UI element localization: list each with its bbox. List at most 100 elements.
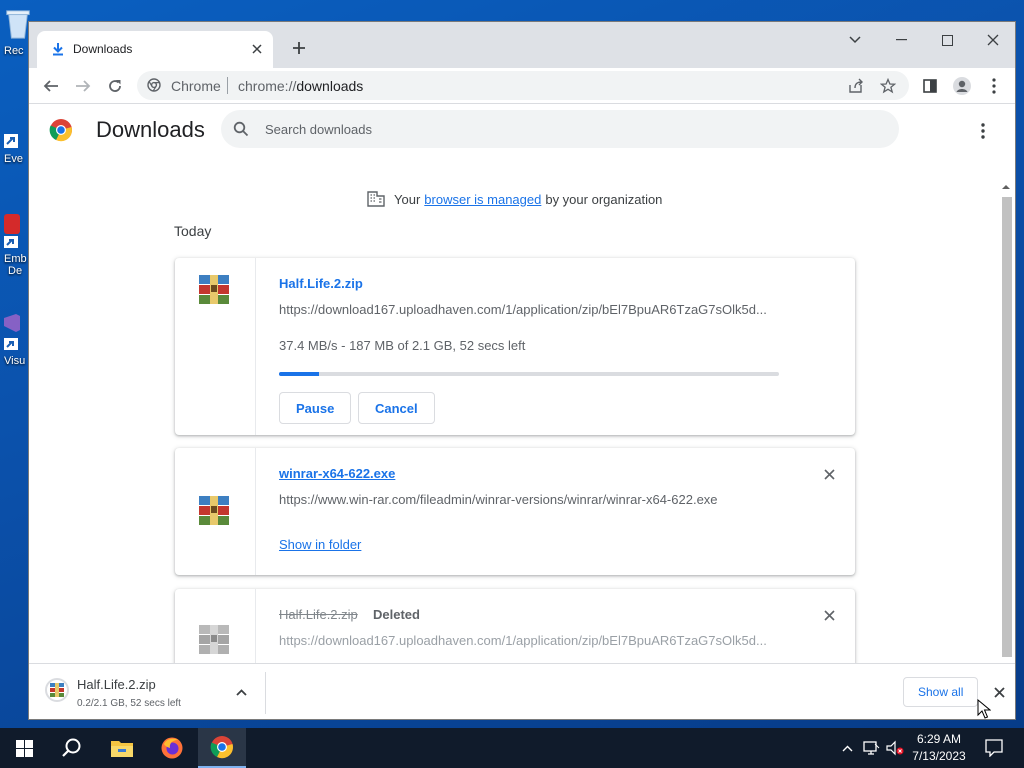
side-panel-icon	[923, 79, 937, 93]
taskbar-search-button[interactable]	[48, 728, 96, 768]
shortcut-icon	[4, 134, 18, 148]
chrome-icon	[210, 736, 233, 759]
shelf-divider	[265, 672, 266, 714]
maximize-icon	[941, 34, 953, 46]
managed-notice-prefix: Your	[394, 191, 421, 207]
close-icon	[993, 686, 1005, 698]
file-explorer-icon	[111, 741, 133, 757]
download-file-name[interactable]: Half.Life.2.zip	[279, 276, 363, 291]
managed-notice-suffix: by your organization	[545, 191, 663, 207]
search-downloads-field[interactable]	[221, 110, 899, 148]
scrollbar-thumb[interactable]	[1002, 197, 1012, 657]
close-window-button[interactable]	[970, 26, 1015, 54]
back-button[interactable]	[37, 72, 65, 100]
close-icon	[823, 468, 835, 480]
download-file-name: Half.Life.2.zip	[279, 607, 358, 622]
volume-muted-icon	[886, 740, 904, 756]
clock-date: 7/13/2023	[912, 749, 966, 763]
browser-toolbar: Chrome chrome://downloads	[29, 68, 1015, 104]
profile-button[interactable]	[948, 72, 976, 100]
download-url[interactable]: https://www.win-rar.com/fileadmin/winrar…	[279, 492, 718, 507]
download-file-name[interactable]: winrar-x64-622.exe	[279, 466, 395, 481]
page-scrollbar[interactable]	[999, 181, 1013, 661]
download-item-icon-column	[175, 448, 256, 575]
taskbar-chrome[interactable]	[198, 728, 246, 768]
download-shelf: Half.Life.2.zip 0.2/2.1 GB, 52 secs left…	[29, 663, 1015, 719]
close-shelf-button[interactable]	[989, 682, 1009, 702]
cancel-button[interactable]: Cancel	[358, 392, 435, 424]
url-scheme: chrome://	[238, 78, 297, 94]
app-icon	[4, 214, 20, 248]
close-icon	[823, 609, 835, 621]
show-hidden-icons-button[interactable]	[838, 728, 856, 768]
plus-icon	[293, 42, 305, 54]
tab-close-button[interactable]	[247, 39, 267, 59]
share-button[interactable]	[845, 75, 867, 97]
download-item: Half.Life.2.zip https://download167.uplo…	[175, 258, 855, 435]
remove-download-button[interactable]	[817, 462, 841, 486]
download-deleted-tag: Deleted	[373, 607, 420, 622]
downloads-menu-button[interactable]	[971, 119, 995, 143]
winrar-archive-icon	[199, 625, 229, 654]
chrome-site-icon	[147, 78, 161, 92]
firefox-icon	[161, 737, 183, 759]
winrar-archive-icon	[199, 496, 229, 525]
address-bar[interactable]: Chrome chrome://downloads	[137, 71, 909, 100]
star-icon	[880, 78, 896, 94]
share-icon	[849, 78, 863, 93]
date-section-label: Today	[174, 223, 212, 239]
tab-strip: Downloads	[29, 22, 1015, 68]
more-vertical-icon	[981, 123, 985, 139]
address-bar-url: chrome://downloads	[238, 78, 363, 94]
shelf-item-menu-button[interactable]	[233, 684, 249, 700]
reload-icon	[109, 80, 121, 92]
winrar-archive-icon	[45, 678, 69, 702]
action-center-button[interactable]	[978, 728, 1010, 768]
close-icon	[252, 44, 262, 54]
search-input[interactable]	[265, 119, 865, 139]
browser-managed-link[interactable]: browser is managed	[424, 192, 541, 207]
mouse-cursor-icon	[977, 699, 991, 719]
volume-button[interactable]	[884, 728, 906, 768]
tab-search-button[interactable]	[832, 26, 878, 54]
chrome-window: Downloads Chrome chrome://downloads Down…	[28, 21, 1016, 720]
windows-taskbar: 6:29 AM 7/13/2023	[0, 728, 1024, 768]
new-tab-button[interactable]	[287, 36, 311, 60]
taskbar-file-explorer[interactable]	[98, 728, 146, 768]
remove-download-button[interactable]	[817, 603, 841, 627]
forward-button[interactable]	[69, 72, 97, 100]
download-progress-bar	[279, 372, 779, 376]
download-status: 37.4 MB/s - 187 MB of 2.1 GB, 52 secs le…	[279, 338, 526, 353]
chevron-up-icon	[235, 688, 247, 696]
pause-button[interactable]: Pause	[279, 392, 352, 424]
chevron-up-icon	[842, 745, 852, 751]
minimize-icon	[895, 39, 907, 41]
reload-button[interactable]	[101, 72, 129, 100]
download-url[interactable]: https://download167.uploadhaven.com/1/ap…	[279, 302, 767, 317]
download-item-icon-column	[175, 258, 256, 435]
shelf-item-name[interactable]: Half.Life.2.zip	[77, 677, 156, 692]
taskbar-firefox[interactable]	[148, 728, 196, 768]
download-item-icon-column	[175, 589, 256, 663]
more-vertical-icon	[992, 78, 996, 94]
maximize-button[interactable]	[924, 26, 970, 54]
avatar-icon	[953, 77, 971, 95]
side-panel-button[interactable]	[916, 72, 944, 100]
bookmark-button[interactable]	[877, 75, 899, 97]
tab-downloads[interactable]: Downloads	[37, 31, 273, 68]
show-in-folder-link[interactable]: Show in folder	[279, 537, 361, 552]
search-icon	[233, 121, 249, 137]
tab-title: Downloads	[73, 42, 133, 56]
network-status-button[interactable]	[860, 728, 882, 768]
show-all-button[interactable]: Show all	[903, 677, 979, 707]
download-url[interactable]: https://download167.uploadhaven.com/1/ap…	[279, 633, 767, 648]
shelf-item-status: 0.2/2.1 GB, 52 secs left	[77, 698, 181, 709]
start-button[interactable]	[0, 728, 48, 768]
visual-studio-icon	[4, 314, 20, 350]
chrome-menu-button[interactable]	[980, 72, 1008, 100]
url-path: downloads	[296, 78, 364, 94]
windows-start-icon	[15, 739, 33, 757]
minimize-button[interactable]	[878, 26, 924, 54]
winrar-archive-icon	[199, 275, 229, 304]
taskbar-clock[interactable]: 6:29 AM 7/13/2023	[906, 731, 972, 765]
